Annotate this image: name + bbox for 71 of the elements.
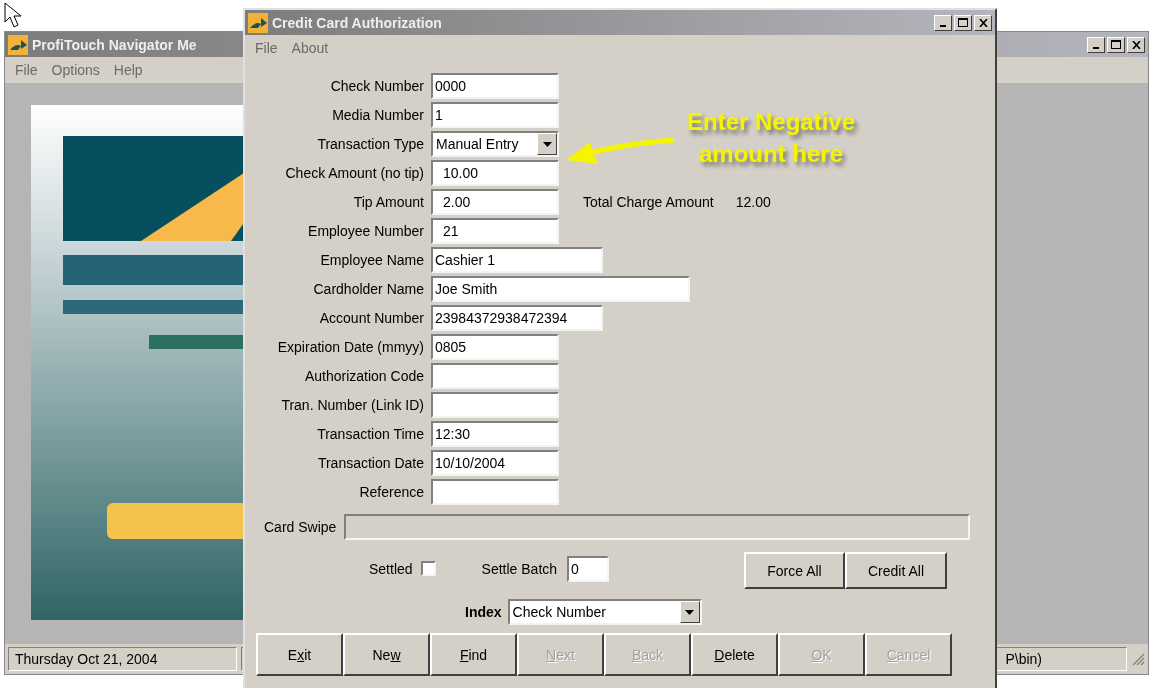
input-field[interactable] — [431, 479, 559, 505]
maximize-icon — [958, 18, 968, 27]
field-label: Account Number — [318, 310, 424, 326]
close-button[interactable] — [974, 14, 992, 31]
menu-item[interactable]: File — [15, 62, 38, 78]
field-label: Check Number — [329, 78, 424, 94]
maximize-button[interactable] — [1107, 36, 1125, 53]
total-value: 12.00 — [735, 194, 771, 210]
field-label: Total Charge Amount — [583, 194, 714, 210]
app-icon — [8, 34, 28, 55]
input-field[interactable]: 10/10/2004 — [431, 450, 559, 476]
close-icon — [1131, 40, 1141, 49]
caret-icon — [685, 609, 695, 615]
dropdown[interactable]: Manual Entry — [431, 131, 559, 157]
caret-icon — [542, 141, 552, 147]
checkbox[interactable] — [420, 561, 436, 576]
input-field[interactable]: 10.00 — [431, 160, 559, 186]
field-label: Tran. Number (Link ID) — [280, 397, 424, 413]
input-field[interactable]: 2.00 — [431, 189, 559, 215]
window-title: ProfiTouch Navigator Me — [32, 36, 197, 53]
minimize-icon — [1093, 46, 1099, 49]
field-label: Employee Name — [319, 252, 424, 268]
app-icon — [248, 12, 268, 33]
toolbar-button[interactable]: Delete — [691, 633, 778, 676]
field-label: Transaction Type — [316, 136, 424, 152]
checkbox-label: Settled — [369, 560, 413, 577]
input-field[interactable]: Cashier 1 — [431, 247, 603, 273]
close-icon — [978, 18, 988, 27]
input-field[interactable]: 12:30 — [431, 421, 559, 447]
input-field[interactable]: 1 — [431, 102, 559, 128]
field-label: Authorization Code — [303, 368, 424, 384]
status-panel: Thursday Oct 21, 2004 — [8, 647, 237, 671]
menu-item[interactable]: File — [255, 40, 278, 56]
menu-item[interactable]: Help — [113, 62, 143, 78]
menu-item[interactable]: About — [291, 40, 329, 56]
minimize-button[interactable] — [1087, 36, 1105, 53]
toolbar-button[interactable]: Exit — [256, 633, 343, 676]
resize-grip-icon[interactable] — [1131, 652, 1145, 666]
input-field[interactable]: 0 — [567, 555, 610, 582]
input-field[interactable] — [431, 392, 559, 418]
field-label: Cardholder Name — [312, 281, 424, 297]
annotation-text: Enter Negative amount here — [685, 107, 857, 169]
action-button[interactable]: Credit All — [845, 552, 947, 589]
menu-item[interactable]: Options — [51, 62, 100, 78]
maximize-icon — [1111, 40, 1121, 49]
field-label: Transaction Time — [316, 426, 424, 442]
input-field[interactable]: 0000 — [431, 73, 559, 99]
field-label: Media Number — [331, 107, 424, 123]
input-field[interactable]: Joe Smith — [431, 276, 690, 302]
input-field[interactable]: 23984372938472394 — [431, 305, 603, 331]
window-title: Credit Card Authorization — [272, 14, 442, 31]
input-field[interactable]: 0805 — [431, 334, 559, 360]
field-label: Employee Number — [307, 223, 424, 239]
field-label: Card Swipe — [264, 519, 337, 535]
dropdown[interactable]: Check Number — [507, 599, 702, 625]
field-label: Reference — [358, 484, 424, 500]
input-field[interactable] — [431, 363, 559, 389]
field-label: Settle Batch — [481, 560, 558, 577]
toolbar-button[interactable]: Find — [430, 633, 517, 676]
maximize-button[interactable] — [954, 14, 972, 31]
field-label: Transaction Date — [316, 455, 424, 471]
field-label: Tip Amount — [352, 194, 424, 210]
action-button[interactable]: Force All — [744, 552, 845, 589]
toolbar-button[interactable]: New — [343, 633, 430, 676]
field-label: Expiration Date (mmyy) — [276, 339, 424, 355]
field-label: Index — [465, 604, 502, 620]
minimize-button[interactable] — [934, 14, 952, 31]
input-field[interactable]: 21 — [431, 218, 559, 244]
field-label: Check Amount (no tip) — [284, 165, 424, 181]
minimize-icon — [940, 24, 946, 27]
close-button[interactable] — [1127, 36, 1145, 53]
